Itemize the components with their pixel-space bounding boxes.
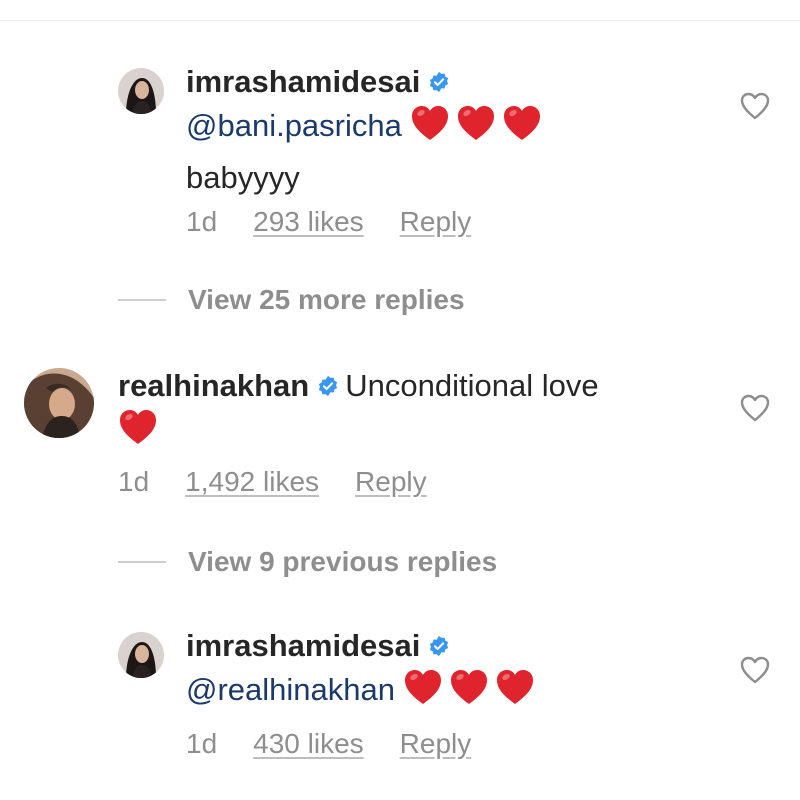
verified-badge-icon bbox=[428, 71, 450, 93]
username[interactable]: realhinakhan bbox=[118, 368, 309, 403]
comment-body: realhinakhan Unconditional love bbox=[118, 364, 599, 460]
comment-meta: 1d 293 likes Reply bbox=[186, 206, 507, 238]
red-heart-emoji-icon bbox=[118, 408, 158, 448]
comment-body: imrashamidesai @realhinakhan bbox=[186, 624, 541, 720]
reply-button[interactable]: Reply bbox=[400, 728, 472, 759]
red-heart-emoji-icon bbox=[410, 104, 450, 144]
avatar[interactable] bbox=[118, 632, 164, 678]
comment-text: Unconditional love bbox=[345, 368, 599, 403]
top-divider bbox=[0, 20, 800, 21]
reply-button[interactable]: Reply bbox=[400, 206, 472, 237]
likes-count-link[interactable]: 430 likes bbox=[253, 728, 364, 759]
likes-count-link[interactable]: 293 likes bbox=[253, 206, 364, 237]
red-heart-emoji-icon bbox=[456, 104, 496, 144]
view-previous-replies-button[interactable]: View 9 previous replies bbox=[118, 546, 497, 578]
comment-meta: 1d 1,492 likes Reply bbox=[118, 466, 463, 498]
heart-emojis bbox=[118, 408, 164, 460]
red-heart-emoji-icon bbox=[449, 668, 489, 708]
likes-count-link[interactable]: 1,492 likes bbox=[185, 466, 319, 497]
comment-meta: 1d 430 likes Reply bbox=[186, 728, 507, 760]
username[interactable]: imrashamidesai bbox=[186, 628, 420, 663]
heart-emojis bbox=[410, 104, 548, 156]
red-heart-emoji-icon bbox=[495, 668, 535, 708]
username[interactable]: imrashamidesai bbox=[186, 64, 420, 99]
thread-line bbox=[118, 299, 166, 301]
view-more-replies-button[interactable]: View 25 more replies bbox=[118, 284, 465, 316]
mention-link[interactable]: @realhinakhan bbox=[186, 672, 395, 707]
view-more-replies-label: View 25 more replies bbox=[188, 284, 465, 315]
like-heart-outline-icon[interactable] bbox=[740, 92, 770, 120]
avatar[interactable] bbox=[118, 68, 164, 114]
comment-age: 1d bbox=[186, 728, 218, 759]
comment-age: 1d bbox=[118, 466, 150, 497]
comment-body: imrashamidesai @bani.pasricha babyyyy bbox=[186, 60, 548, 200]
verified-badge-icon bbox=[428, 635, 450, 657]
verified-badge-icon bbox=[317, 375, 339, 397]
heart-emojis bbox=[403, 668, 541, 720]
reply-button[interactable]: Reply bbox=[355, 466, 427, 497]
red-heart-emoji-icon bbox=[502, 104, 542, 144]
mention-link[interactable]: @bani.pasricha bbox=[186, 108, 402, 143]
like-heart-outline-icon[interactable] bbox=[740, 656, 770, 684]
comment-text: babyyyy bbox=[186, 160, 300, 195]
view-previous-replies-label: View 9 previous replies bbox=[188, 546, 498, 577]
comment-age: 1d bbox=[186, 206, 218, 237]
red-heart-emoji-icon bbox=[403, 668, 443, 708]
avatar[interactable] bbox=[24, 368, 94, 438]
like-heart-outline-icon[interactable] bbox=[740, 394, 770, 422]
thread-line bbox=[118, 561, 166, 563]
